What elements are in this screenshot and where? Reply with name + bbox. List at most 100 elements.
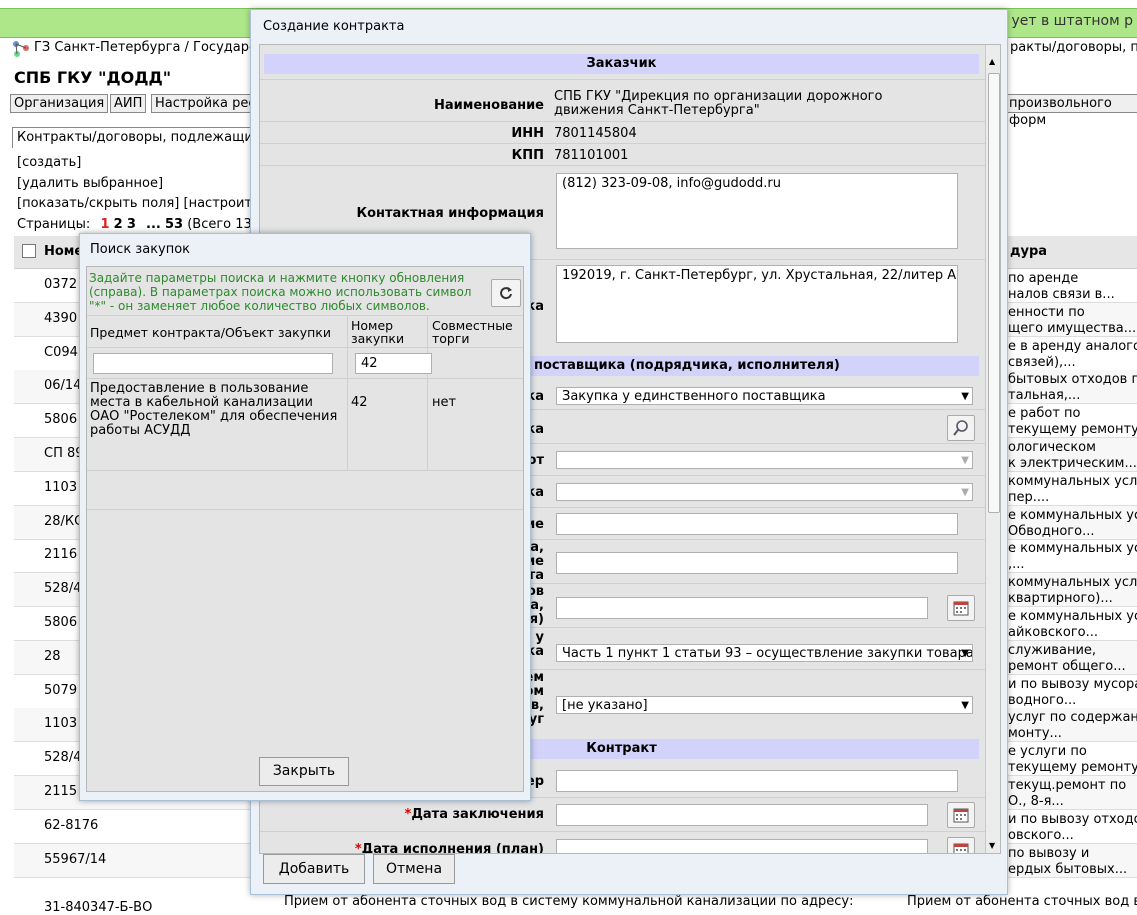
calendar-button[interactable]: [947, 837, 975, 853]
row-procedure-line: и по вывозу отходо: [1008, 811, 1137, 827]
row-procedure: коммунальных услугпер....: [1008, 474, 1137, 506]
divider: [260, 143, 985, 144]
tab-aip[interactable]: АИП: [110, 94, 147, 113]
row-procedure: е услуги по текущему ремонту...: [1008, 744, 1137, 776]
calendar-button[interactable]: [947, 802, 975, 828]
label-text: Дата заключения: [411, 807, 544, 822]
pagination: Страницы: 1 2 3 ... 53 (Всего 130: [17, 217, 260, 232]
row-number: 5806: [44, 412, 78, 428]
refresh-button[interactable]: [491, 279, 521, 307]
scroll-down-icon[interactable]: ▼: [989, 841, 995, 850]
row-procedure-line: ,...: [1008, 557, 1025, 573]
row-procedure-line: бытовых отходов по: [1008, 372, 1137, 388]
text-input[interactable]: [556, 552, 958, 574]
page-link-current[interactable]: 1: [100, 217, 109, 232]
col-procedure-header[interactable]: дура: [1010, 244, 1047, 259]
page-link[interactable]: 3: [127, 217, 136, 232]
search-hint: Задайте параметры поиска и нажмите кнопк…: [89, 271, 472, 313]
row-procedure-line: ремонт общего...: [1008, 658, 1126, 674]
row-procedure-line: квартирного)...: [1008, 591, 1113, 607]
text-input[interactable]: [556, 513, 958, 535]
row-procedure: е коммунальных услу,...: [1008, 541, 1137, 573]
row-procedure-line: О., 8-я...: [1008, 794, 1064, 809]
legal-basis-select[interactable]: Часть 1 пункт 1 статьи 93 – осуществлени…: [556, 644, 973, 662]
table-row[interactable]: Предоставление в пользование места в каб…: [87, 379, 523, 469]
divider: [87, 315, 523, 316]
scrollbar-thumb[interactable]: [988, 73, 1000, 513]
row-procedure-line: Обводного...: [1008, 523, 1095, 539]
select-value: Часть 1 пункт 1 статьи 93 – осуществлени…: [562, 646, 973, 661]
address-textarea[interactable]: 192019, г. Санкт-Петербург, ул. Хрусталь…: [556, 265, 958, 343]
page-link-last[interactable]: 53: [165, 217, 183, 232]
row-procedure-line: услуг по содержан: [1008, 710, 1137, 726]
create-link[interactable]: [создать]: [17, 155, 81, 170]
close-button[interactable]: Закрыть: [259, 757, 349, 786]
procurement-method-select[interactable]: Закупка у единственного поставщика ▼: [556, 387, 973, 405]
row-procedure: Прием от абонента сточных вод в: [907, 894, 1137, 909]
date-concluded-input[interactable]: [556, 804, 928, 826]
row-procedure-line: е коммунальных услу: [1008, 541, 1137, 557]
row-procedure-line: айковского...: [1008, 625, 1099, 640]
chevron-down-icon: ▼: [961, 455, 969, 466]
date-exec-input[interactable]: [556, 839, 928, 853]
row-procedure: е работ по текущему ремонту...: [1008, 406, 1137, 438]
calendar-button[interactable]: [947, 595, 975, 621]
row-procedure-line: связей),...: [1008, 354, 1076, 370]
row-number: 06/14: [44, 378, 82, 394]
row-number: 2115: [44, 784, 78, 799]
row-number: 28/КС: [44, 513, 84, 529]
breadcrumb-current: ракты/договоры, по: [1010, 40, 1137, 55]
row-procedure: енности по щего имущества...: [1008, 305, 1136, 337]
toggle-fields-link[interactable]: [показать/скрыть поля] [настроить: [17, 196, 260, 211]
divider: [87, 509, 523, 510]
delete-selected-link[interactable]: [удалить выбранное]: [17, 176, 163, 191]
tab-organization[interactable]: Организация: [10, 94, 109, 113]
row-procedure: по аренде налов связи в...: [1008, 271, 1115, 303]
col-joint-header: Совместные торги: [432, 318, 513, 346]
pages-label: Страницы:: [17, 217, 91, 232]
contract-number-input[interactable]: [556, 770, 958, 792]
date-input[interactable]: [556, 597, 928, 619]
row-procedure-line: коммунальных услуг: [1008, 473, 1137, 489]
number-filter-input[interactable]: 42: [355, 353, 432, 374]
hierarchy-icon: [12, 40, 30, 62]
divider: [87, 347, 523, 348]
search-procurement-button[interactable]: [947, 415, 975, 441]
tab-contracts[interactable]: Контракты/договоры, подлежащие: [12, 127, 258, 148]
row-procedure-line: ердых бытовых...: [1008, 861, 1128, 877]
add-button[interactable]: Добавить: [263, 854, 365, 884]
col-subject-header: Предмет контракта/Объект закупки: [90, 325, 331, 340]
subject-filter-input[interactable]: [93, 353, 333, 374]
row-number: 4390: [44, 310, 78, 326]
select-value: Закупка у единственного поставщика: [562, 389, 826, 404]
divider: [260, 165, 985, 166]
not-specified-select[interactable]: [не указано] ▼: [556, 696, 973, 714]
calendar-icon: [953, 600, 969, 615]
contact-textarea[interactable]: (812) 323-09-08, info@gudodd.ru: [556, 173, 958, 249]
breadcrumb-path[interactable]: ГЗ Санкт-Петербурга / Государст: [34, 40, 264, 55]
page-link[interactable]: 2: [114, 217, 123, 232]
row-procedure-line: монту...: [1008, 726, 1062, 742]
date-from-select[interactable]: ▼: [556, 451, 973, 469]
col-number-header[interactable]: Номе: [44, 244, 83, 259]
cancel-button[interactable]: Отмена: [373, 854, 455, 884]
result-number: 42: [351, 395, 368, 410]
search-panel: Задайте параметры поиска и нажмите кнопк…: [86, 266, 524, 792]
row-procedure-line: е в аренду аналогов: [1008, 338, 1137, 354]
row-procedure-line: по вывозу и: [1008, 845, 1090, 861]
chevron-down-icon: ▼: [961, 700, 969, 711]
procurement-search-dialog: Поиск закупок Задайте параметры поиска и…: [79, 233, 531, 801]
scroll-up-icon[interactable]: ▲: [989, 57, 995, 66]
tab-registry-settings[interactable]: Настройка рее: [151, 94, 261, 113]
calendar-icon: [953, 807, 969, 822]
select-all-checkbox[interactable]: [22, 244, 36, 258]
calendar-icon: [953, 842, 969, 853]
dialog-scrollbar[interactable]: ▲ ▼: [985, 45, 1000, 853]
row-procedure-line: к электрическим...: [1008, 456, 1137, 471]
row-number: 62-8176: [44, 817, 99, 833]
lot-select[interactable]: ▼: [556, 483, 973, 501]
dialog-title[interactable]: Поиск закупок: [90, 242, 190, 257]
dialog-title[interactable]: Создание контракта: [263, 19, 404, 34]
tab-custom-forms[interactable]: произвольного форм: [1005, 94, 1137, 128]
kpp-label: КПП: [511, 148, 544, 163]
